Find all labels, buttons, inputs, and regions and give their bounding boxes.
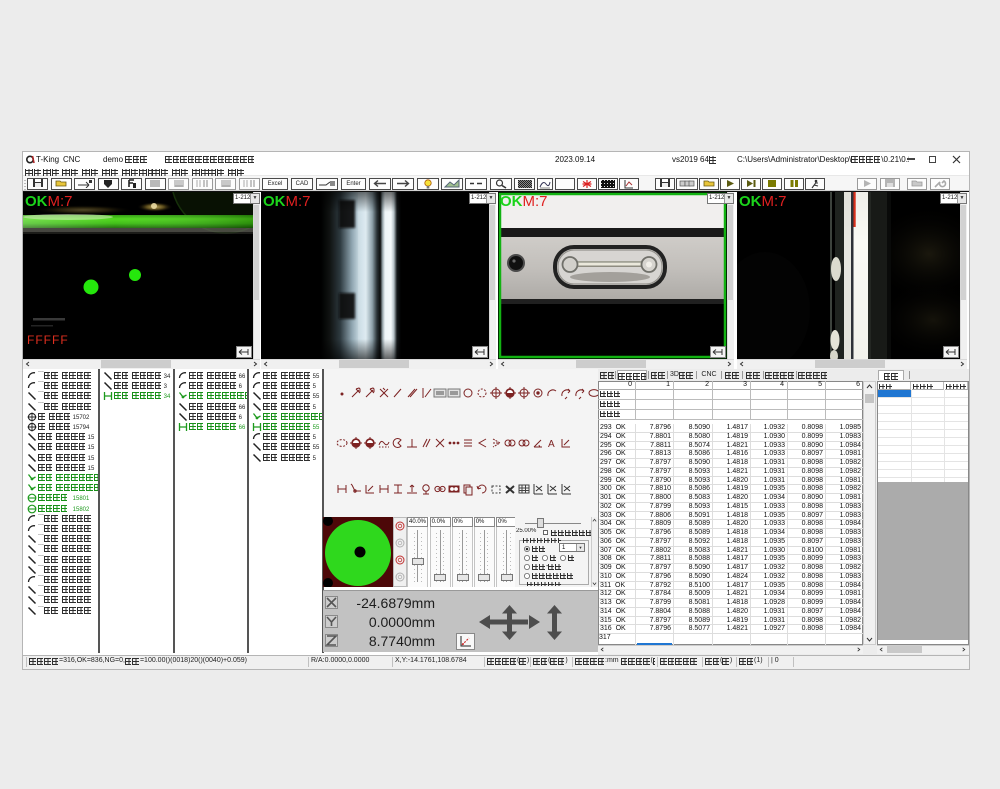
svg-text:FFFFF: FFFFF — [27, 333, 69, 347]
svg-text:A: A — [548, 439, 555, 450]
